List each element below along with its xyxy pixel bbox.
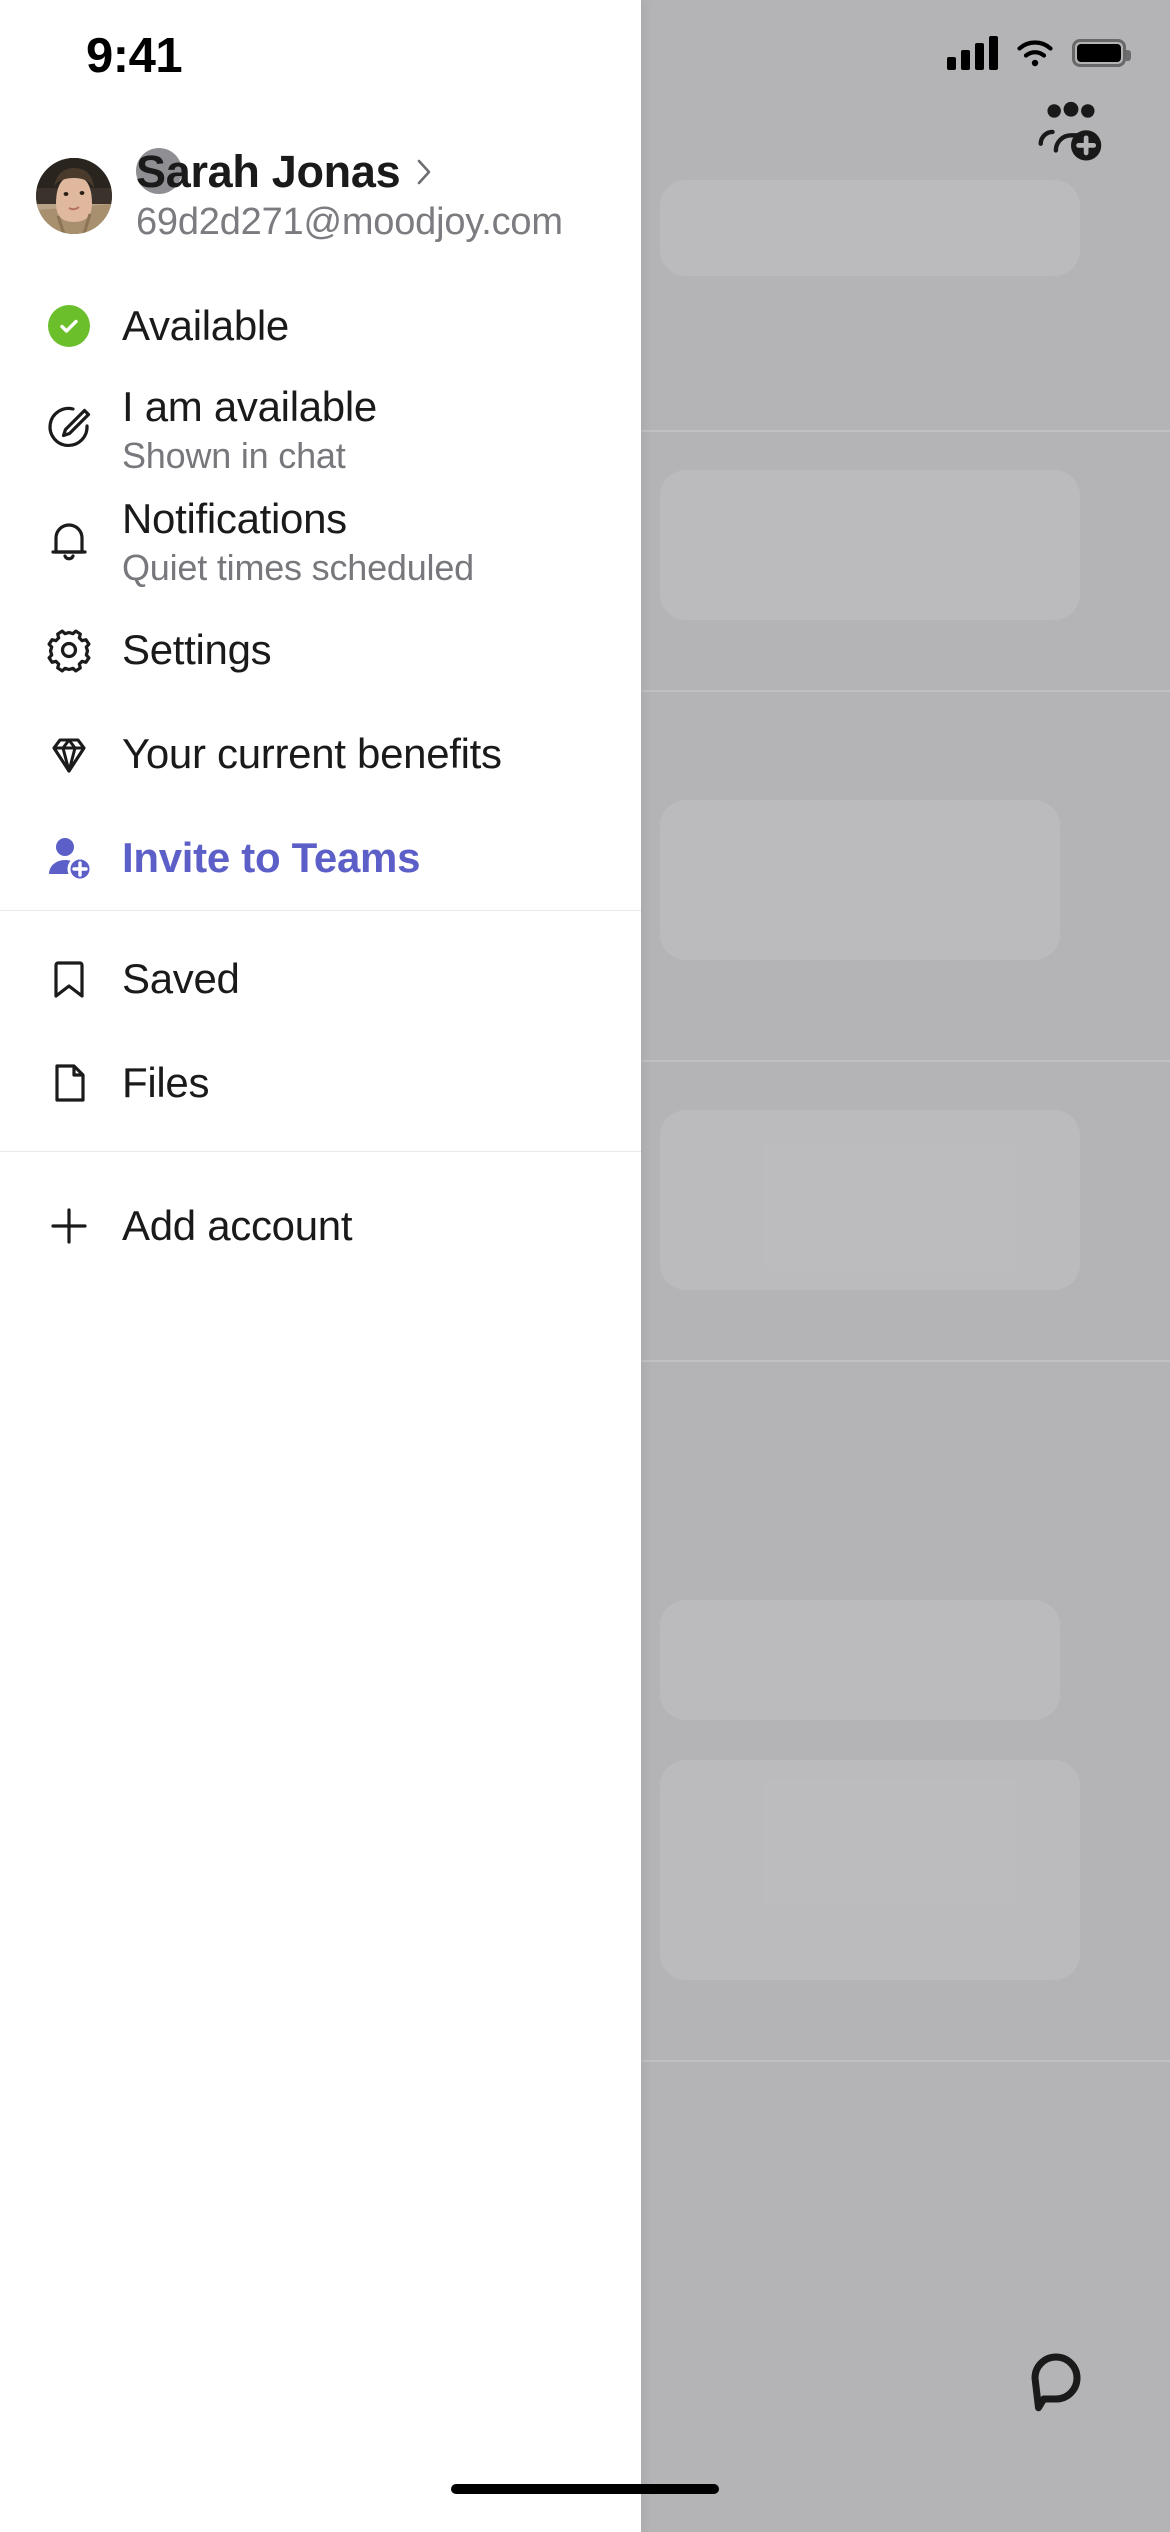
check-circle-icon [34, 305, 104, 348]
section-divider [0, 910, 641, 912]
cellular-bars-icon [947, 36, 998, 70]
chevron-right-icon [414, 156, 434, 188]
menu-item-subtitle: Shown in chat [122, 435, 346, 477]
background-card [660, 1110, 1080, 1290]
menu-item-label: Notifications [122, 495, 347, 543]
menu-item-files[interactable]: Files [0, 1031, 641, 1135]
avatar[interactable] [36, 148, 182, 235]
menu-section-accounts: Add account [0, 1174, 641, 1278]
menu-item-label: Add account [122, 1202, 353, 1250]
menu-section-content: Saved Files [0, 927, 641, 1135]
bell-icon [34, 516, 104, 568]
status-bar: 9:41 [0, 0, 1170, 118]
menu-item-label: Available [122, 302, 289, 350]
menu-item-label: Invite to Teams [122, 834, 421, 882]
file-icon [34, 1057, 104, 1109]
menu-item-benefits[interactable]: Your current benefits [0, 702, 641, 806]
profile-header[interactable]: Sarah Jonas 69d2d271@moodjoy.com [0, 118, 641, 278]
background-card [660, 1760, 1080, 1980]
menu-item-settings[interactable]: Settings [0, 598, 641, 702]
menu-item-add-account[interactable]: Add account [0, 1174, 641, 1278]
menu-item-invite-to-teams[interactable]: Invite to Teams [0, 806, 641, 910]
menu-item-label: Saved [122, 955, 240, 1003]
menu-section-primary: Available I am available Shown in chat N… [0, 278, 641, 910]
person-add-icon [34, 832, 104, 884]
menu-item-subtitle: Quiet times scheduled [122, 547, 474, 589]
menu-item-label: Settings [122, 626, 272, 674]
bookmark-icon [34, 953, 104, 1005]
background-card [660, 800, 1060, 960]
account-drawer: Sarah Jonas 69d2d271@moodjoy.com Availab… [0, 0, 641, 2532]
menu-item-label: I am available [122, 383, 377, 431]
menu-item-label: Files [122, 1059, 210, 1107]
home-indicator [451, 2484, 719, 2494]
background-card [660, 470, 1080, 620]
battery-full-icon [1072, 39, 1131, 67]
background-card [660, 180, 1080, 276]
wifi-icon [1015, 38, 1055, 68]
profile-name: Sarah Jonas [136, 146, 401, 197]
gear-icon [34, 624, 104, 676]
status-bar-indicators [947, 36, 1131, 70]
section-divider [0, 1151, 641, 1153]
diamond-icon [34, 728, 104, 780]
edit-pencil-circle-icon [34, 404, 104, 456]
menu-item-saved[interactable]: Saved [0, 927, 641, 1031]
profile-email: 69d2d271@moodjoy.com [136, 201, 563, 244]
menu-item-label: Your current benefits [122, 730, 502, 778]
menu-item-notifications[interactable]: Notifications Quiet times scheduled [0, 486, 641, 598]
chat-bubble-icon[interactable] [1028, 2350, 1098, 2420]
status-bar-time: 9:41 [86, 29, 183, 83]
menu-item-availability[interactable]: Available [0, 278, 641, 374]
plus-icon [34, 1200, 104, 1252]
background-card [660, 1600, 1060, 1720]
menu-item-status-message[interactable]: I am available Shown in chat [0, 374, 641, 486]
